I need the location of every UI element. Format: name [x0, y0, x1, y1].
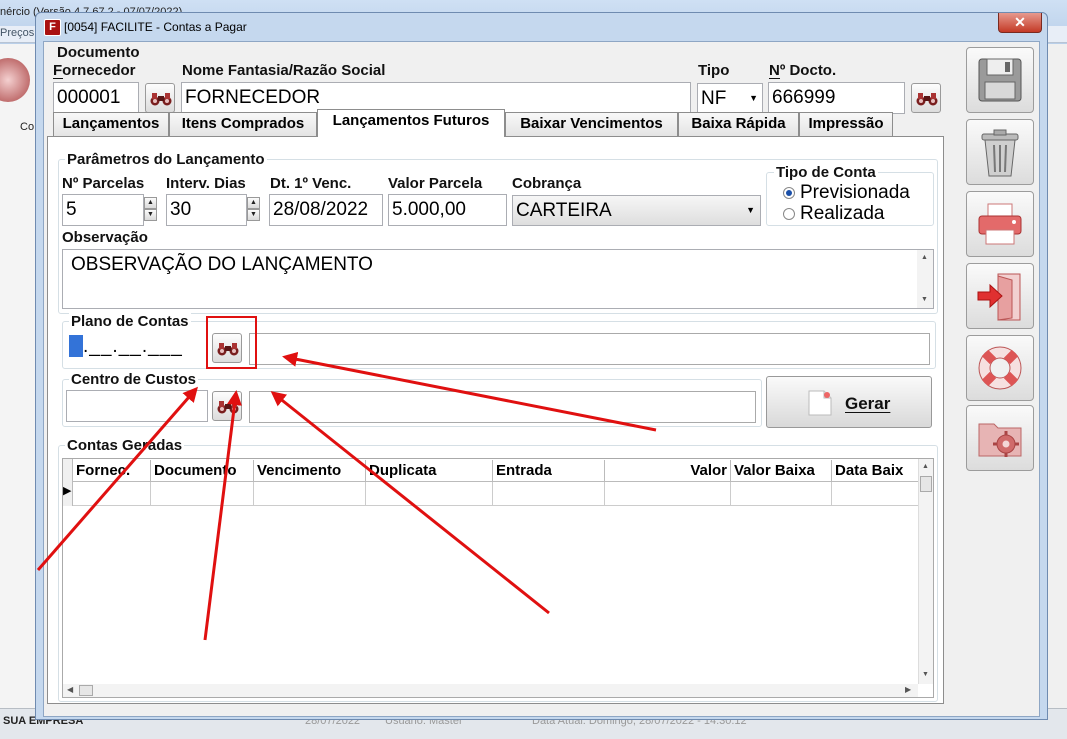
annotation-arrow [282, 351, 657, 432]
annotation-arrows [36, 351, 657, 641]
tab-lancamentos-futuros[interactable]: Lançamentos Futuros [317, 109, 505, 137]
annotation-arrow [36, 386, 198, 571]
annotation-arrow [270, 391, 550, 615]
annotation-arrow [203, 390, 242, 641]
